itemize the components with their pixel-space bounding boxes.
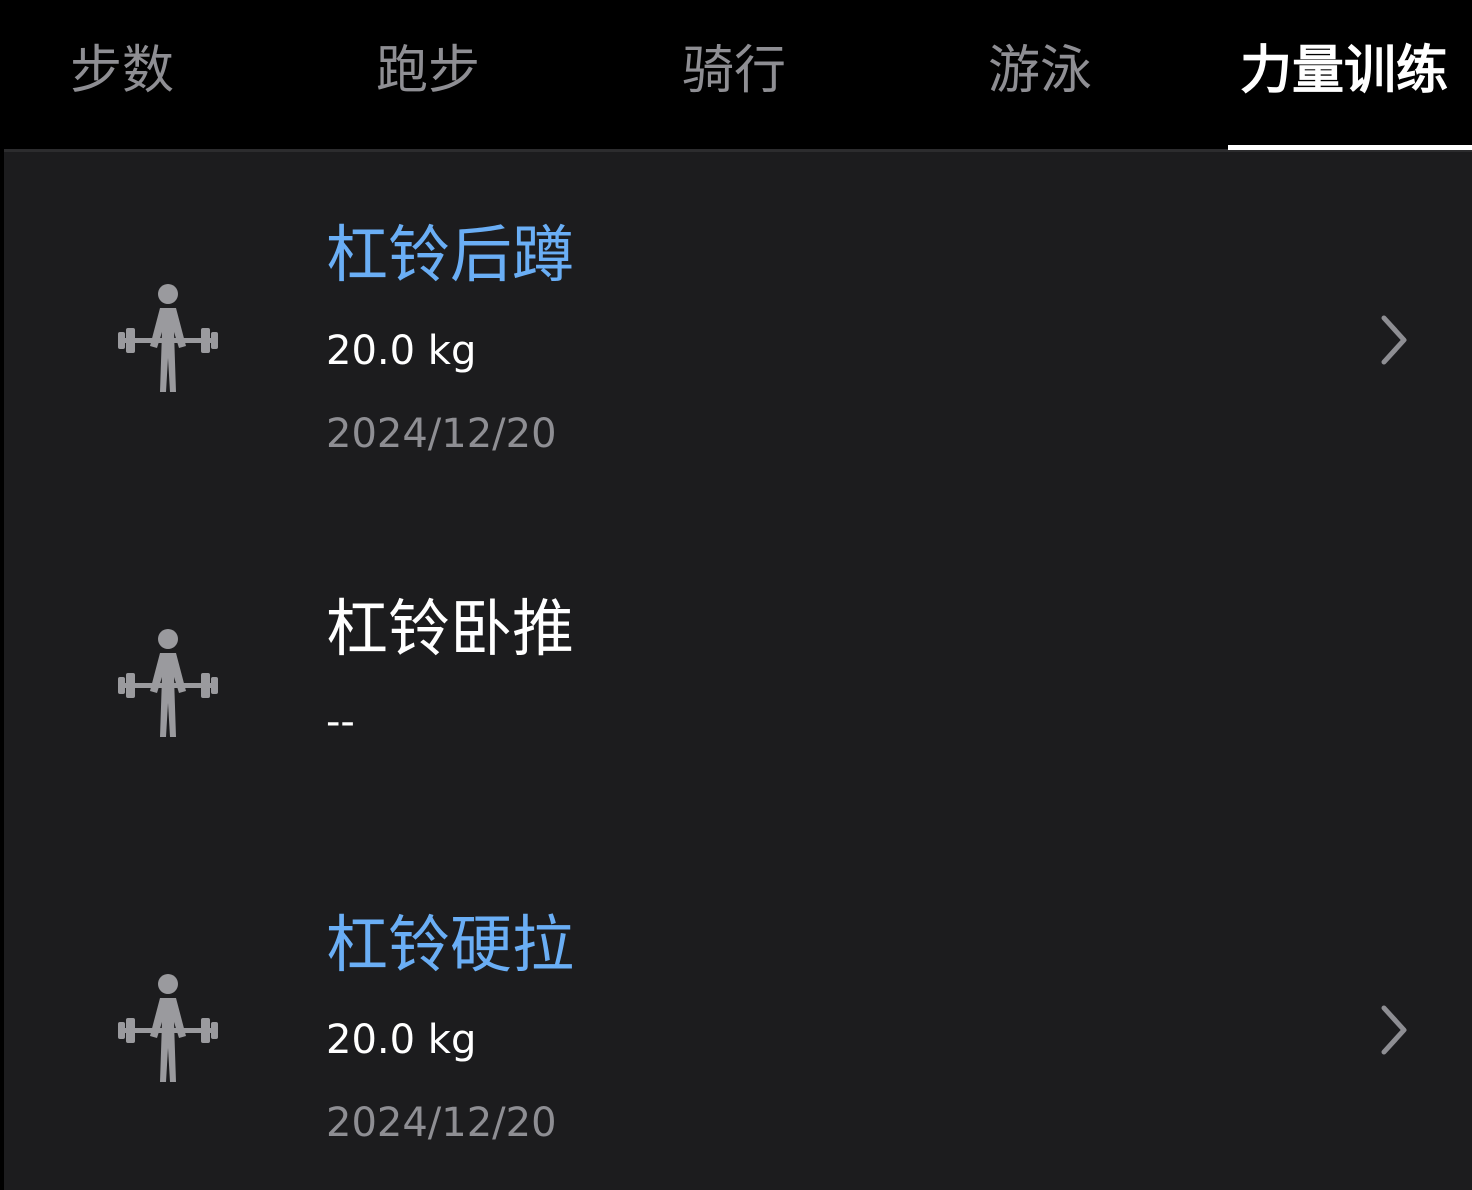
strength-training-screen: 步数 跑步 骑行 游泳 力量训练 杠铃后蹲 20.0 kg 2024/12/20	[0, 0, 1472, 1190]
weightlifting-icon	[118, 284, 218, 392]
exercise-date: 2024/12/20	[326, 1100, 557, 1146]
exercise-row-back-squat[interactable]: 杠铃后蹲 20.0 kg 2024/12/20	[4, 190, 1472, 490]
chevron-right-icon	[1381, 315, 1407, 365]
exercise-weight: 20.0 kg	[326, 1017, 477, 1063]
exercise-date: 2024/12/20	[326, 411, 557, 457]
chevron-right-icon	[1381, 1005, 1407, 1055]
exercise-weight: 20.0 kg	[326, 328, 477, 374]
tab-running[interactable]: 跑步	[376, 36, 480, 106]
exercise-name: 杠铃卧推	[326, 592, 575, 665]
category-tabbar: 步数 跑步 骑行 游泳 力量训练	[4, 0, 1472, 152]
exercise-weight: --	[326, 699, 355, 745]
weightlifting-icon	[118, 629, 218, 737]
active-tab-indicator	[1228, 145, 1472, 150]
tab-cycling[interactable]: 骑行	[682, 36, 786, 106]
tab-swimming[interactable]: 游泳	[988, 36, 1092, 106]
exercise-name: 杠铃后蹲	[326, 218, 575, 291]
weightlifting-icon	[118, 974, 218, 1082]
exercise-row-deadlift[interactable]: 杠铃硬拉 20.0 kg 2024/12/20	[4, 880, 1472, 1180]
exercise-row-bench-press[interactable]: 杠铃卧推 --	[4, 560, 1472, 820]
exercise-name: 杠铃硬拉	[326, 908, 575, 981]
tab-strength-training[interactable]: 力量训练	[1240, 36, 1448, 106]
tab-steps[interactable]: 步数	[70, 36, 174, 106]
